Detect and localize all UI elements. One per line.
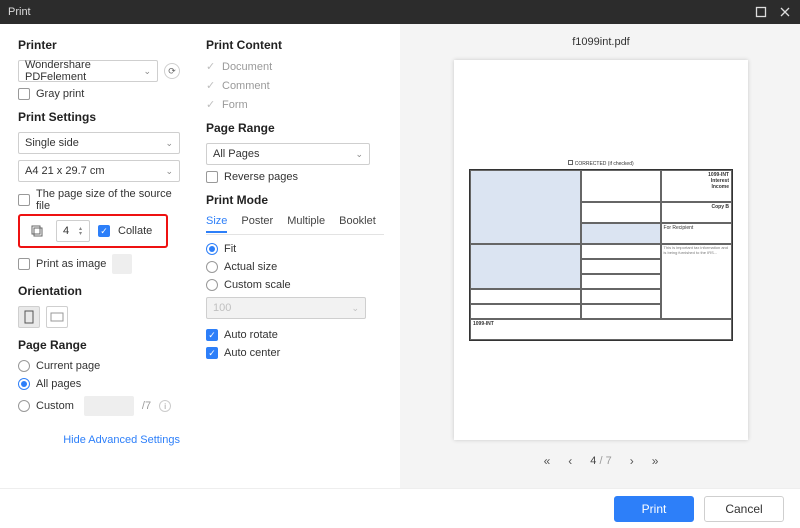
page-range-heading-2: Page Range [206, 121, 384, 135]
auto-center-label: Auto center [224, 347, 280, 359]
chevron-down-icon: ⌄ [165, 138, 173, 149]
copies-icon [26, 220, 48, 242]
fit-label: Fit [224, 243, 236, 255]
form-1099-preview: 1099-INTInterestIncome Copy B For Recipi… [469, 169, 733, 341]
chevron-down-icon: ⌄ [355, 149, 363, 160]
print-as-image-dpi [112, 254, 132, 274]
gray-print-label: Gray print [36, 88, 84, 100]
titlebar: Print [0, 0, 800, 24]
gray-print-checkbox[interactable] [18, 88, 30, 100]
paper-size-value: A4 21 x 29.7 cm [25, 165, 105, 177]
maximize-icon[interactable] [754, 5, 768, 19]
content-document: Document [222, 61, 272, 73]
content-comment: Comment [222, 80, 270, 92]
collate-label: Collate [118, 225, 152, 237]
custom-scale-input: 100⌄ [206, 297, 366, 319]
printer-heading: Printer [18, 38, 180, 52]
content-form: Form [222, 99, 248, 111]
current-page-radio[interactable] [18, 360, 30, 372]
all-pages-radio[interactable] [18, 378, 30, 390]
paper-size-select[interactable]: A4 21 x 29.7 cm ⌄ [18, 160, 180, 182]
preview-pager: « ‹ 4 / 7 › » [544, 454, 659, 468]
page-range-value: All Pages [213, 148, 259, 160]
actual-size-radio[interactable] [206, 261, 218, 273]
auto-rotate-checkbox[interactable] [206, 329, 218, 341]
page-range-select[interactable]: All Pages ⌄ [206, 143, 370, 165]
mode-tabs: Size Poster Multiple Booklet [206, 215, 384, 235]
info-icon[interactable]: i [159, 400, 171, 412]
printer-panel: Printer Wondershare PDFelement⌄ ⟳ Gray p… [0, 24, 196, 488]
collate-checkbox[interactable] [98, 225, 110, 237]
print-as-image-label: Print as image [36, 258, 106, 270]
auto-rotate-label: Auto rotate [224, 329, 278, 341]
prev-page-button[interactable]: ‹ [568, 454, 572, 468]
auto-center-checkbox[interactable] [206, 347, 218, 359]
actual-size-label: Actual size [224, 261, 277, 273]
first-page-button[interactable]: « [544, 454, 551, 468]
printer-select-value: Wondershare PDFelement [25, 59, 143, 83]
next-page-button[interactable]: › [630, 454, 634, 468]
print-content-heading: Print Content [206, 38, 384, 52]
spinner-up-icon[interactable]: ▴ [79, 227, 87, 231]
custom-range-input[interactable] [84, 396, 134, 416]
duplex-value: Single side [25, 137, 79, 149]
dialog-footer: Print Cancel [0, 488, 800, 528]
check-icon: ✓ [206, 98, 216, 111]
page-range-heading: Page Range [18, 338, 180, 352]
hide-advanced-link[interactable]: Hide Advanced Settings [63, 434, 180, 446]
print-mode-heading: Print Mode [206, 193, 384, 207]
reverse-pages-label: Reverse pages [224, 171, 298, 183]
custom-range-label: Custom [36, 400, 74, 412]
cancel-button[interactable]: Cancel [704, 496, 784, 522]
preview-filename: f1099int.pdf [572, 36, 630, 48]
copies-value: 4 [63, 225, 69, 237]
reload-printers-icon[interactable]: ⟳ [164, 63, 180, 79]
chevron-down-icon: ⌄ [143, 66, 151, 77]
reverse-pages-checkbox[interactable] [206, 171, 218, 183]
preview-panel: f1099int.pdf CORRECTED (if checked) 1099… [400, 24, 800, 488]
print-settings-heading: Print Settings [18, 110, 180, 124]
current-page-label: Current page [36, 360, 100, 372]
last-page-button[interactable]: » [652, 454, 659, 468]
copies-highlight: 4 ▴▾ Collate [18, 214, 168, 248]
source-size-checkbox[interactable] [18, 194, 30, 206]
tab-poster[interactable]: Poster [241, 215, 273, 233]
tab-size[interactable]: Size [206, 215, 227, 233]
fit-radio[interactable] [206, 243, 218, 255]
spinner-down-icon[interactable]: ▾ [79, 232, 87, 236]
close-icon[interactable] [778, 5, 792, 19]
tab-multiple[interactable]: Multiple [287, 215, 325, 233]
duplex-select[interactable]: Single side ⌄ [18, 132, 180, 154]
print-as-image-checkbox[interactable] [18, 258, 30, 270]
custom-scale-label: Custom scale [224, 279, 291, 291]
orientation-portrait-button[interactable] [18, 306, 40, 328]
print-options-panel: Print Content ✓ Document ✓ Comment ✓ Form P… [196, 24, 400, 488]
tab-booklet[interactable]: Booklet [339, 215, 376, 233]
all-pages-label: All pages [36, 378, 81, 390]
check-icon: ✓ [206, 79, 216, 92]
window-title: Print [8, 6, 31, 18]
orientation-heading: Orientation [18, 284, 180, 298]
window-controls [754, 5, 792, 19]
copies-input[interactable]: 4 ▴▾ [56, 220, 90, 242]
custom-range-radio[interactable] [18, 400, 30, 412]
source-size-label: The page size of the source file [36, 188, 180, 212]
chevron-down-icon: ⌄ [165, 166, 173, 177]
print-button[interactable]: Print [614, 496, 694, 522]
range-sep: /7 [142, 400, 151, 412]
orientation-landscape-button[interactable] [46, 306, 68, 328]
check-icon: ✓ [206, 60, 216, 73]
page-preview: CORRECTED (if checked) 1099-INTInterestI… [454, 60, 748, 440]
printer-select[interactable]: Wondershare PDFelement⌄ [18, 60, 158, 82]
custom-scale-radio[interactable] [206, 279, 218, 291]
page-indicator: 4 / 7 [590, 455, 611, 467]
